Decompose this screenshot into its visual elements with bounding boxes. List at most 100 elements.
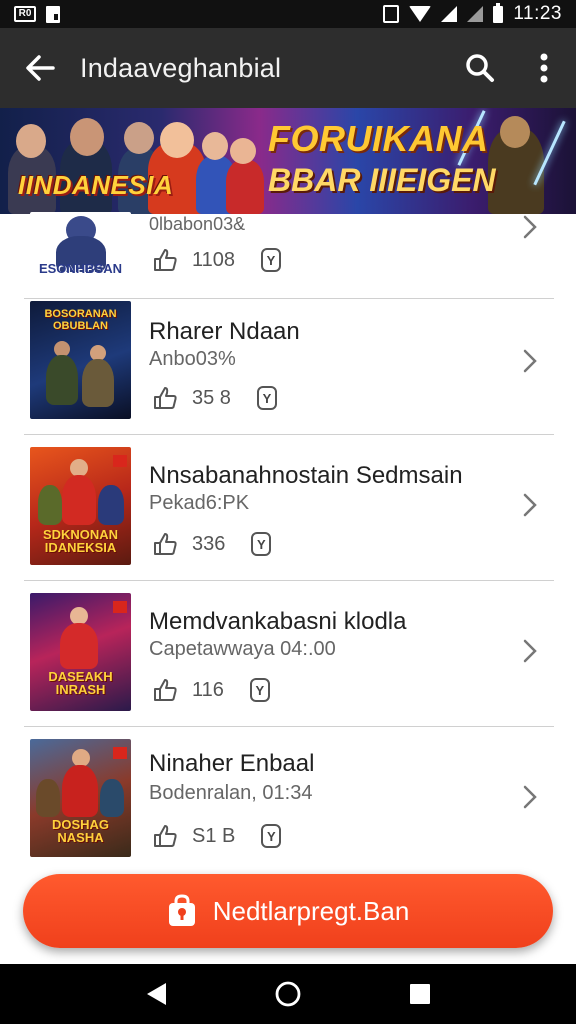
likes-count: 116 bbox=[192, 678, 224, 701]
banner-character-head bbox=[16, 124, 46, 158]
notification-icon bbox=[46, 5, 60, 23]
back-arrow-icon bbox=[26, 55, 55, 81]
bag-icon bbox=[168, 894, 195, 926]
list-divider bbox=[24, 298, 554, 299]
likes-count: S1 B bbox=[192, 824, 236, 847]
nav-back-icon bbox=[147, 983, 166, 1005]
list-item-subtitle: Pekad6:PK bbox=[149, 492, 250, 514]
list-item-title: Nnsabanahnostain Sedmsain bbox=[149, 462, 463, 489]
list-item[interactable]: BOSORANAN OBUBLAN Rharer Ndaan Anbo03% 3… bbox=[24, 300, 554, 434]
chevron-right-icon bbox=[518, 780, 542, 814]
list-item-meta: 116 Y bbox=[152, 678, 270, 702]
list-item-title: Ninaher Enbaal bbox=[149, 750, 315, 777]
thumb-badge bbox=[113, 747, 127, 759]
like-icon bbox=[154, 249, 177, 271]
chevron-right-icon bbox=[518, 210, 542, 244]
signal-icon bbox=[441, 6, 458, 22]
wifi-icon bbox=[409, 6, 432, 22]
thumb-label: ESONHBSAN bbox=[38, 261, 123, 277]
list-item-title: Rharer Ndaan bbox=[149, 318, 300, 345]
banner-character-head bbox=[230, 138, 256, 164]
nav-recents-icon bbox=[410, 984, 430, 1004]
list-divider bbox=[24, 580, 554, 581]
like-icon bbox=[154, 825, 177, 847]
list-item-meta: 35 8 Y bbox=[152, 386, 277, 410]
list-divider bbox=[24, 726, 554, 727]
banner-character-head bbox=[70, 118, 104, 156]
like-icon bbox=[154, 679, 177, 701]
list-item-thumbnail: DOSHAG NASHA bbox=[30, 739, 131, 857]
list-item-subtitle: Capetawwaya 04:.00 bbox=[149, 638, 336, 660]
system-nav-bar bbox=[0, 964, 576, 1024]
chevron-right-icon bbox=[518, 634, 542, 668]
list-divider bbox=[24, 434, 554, 435]
nav-back-button[interactable] bbox=[126, 964, 186, 1024]
likes-count: 336 bbox=[192, 532, 226, 555]
chevron-right-icon bbox=[518, 488, 542, 522]
banner-headline: FORUIKANA bbox=[268, 118, 489, 159]
battery-icon bbox=[493, 2, 504, 23]
rating-icon: Y bbox=[261, 824, 282, 848]
banner-character-head bbox=[500, 116, 530, 148]
thumb-character bbox=[98, 485, 124, 525]
list-item-thumbnail: SDKNONAN IDANEKSIA bbox=[30, 447, 131, 565]
primary-action-button[interactable]: Nedtlarpregt.Ban bbox=[23, 874, 553, 948]
screen: R0 11:23 Indaaveghanbial IINDANESIA FORU… bbox=[0, 0, 576, 1024]
list-item-meta: S1 B Y bbox=[152, 824, 282, 848]
chevron-right-icon bbox=[518, 344, 542, 378]
list-item-meta: 336 Y bbox=[152, 532, 272, 556]
notification-badge: R0 bbox=[14, 6, 36, 22]
status-right: 11:23 bbox=[383, 2, 562, 25]
likes-count: 1108 bbox=[192, 248, 236, 271]
thumb-character bbox=[62, 765, 98, 817]
back-button[interactable] bbox=[0, 28, 80, 108]
list-item-thumbnail: BOSORANAN OBUBLAN bbox=[30, 301, 131, 419]
thumb-character bbox=[36, 779, 60, 817]
thumb-character bbox=[60, 623, 98, 669]
list-item-meta: 1108 Y bbox=[152, 248, 282, 272]
list-item-subtitle: Bodenralan, 01:34 bbox=[149, 782, 313, 804]
thumb-label: DASEAKH INRASH bbox=[48, 668, 113, 698]
banner-character bbox=[226, 160, 264, 214]
list-item[interactable]: DOSHAG NASHA Ninaher Enbaal Bodenralan, … bbox=[24, 728, 554, 874]
rating-icon: Y bbox=[251, 532, 272, 556]
like-icon bbox=[154, 387, 177, 409]
rating-icon: Y bbox=[249, 678, 270, 702]
rating-icon: Y bbox=[256, 386, 277, 410]
banner-character-head bbox=[160, 122, 194, 158]
page-title: Indaaveghanbial bbox=[80, 52, 282, 83]
status-bar: R0 11:23 bbox=[0, 0, 576, 28]
banner-subheadline: BBAR IIIEIGEN bbox=[268, 162, 496, 198]
banner-character-head bbox=[124, 122, 154, 154]
banner-left-text: IINDANESIA bbox=[18, 170, 174, 200]
likes-count: 35 8 bbox=[192, 386, 231, 409]
thumb-badge bbox=[113, 455, 127, 467]
nav-recents-button[interactable] bbox=[390, 964, 450, 1024]
list-item-thumbnail: DASEAKH INRASH bbox=[30, 593, 131, 711]
more-options-button[interactable] bbox=[512, 28, 576, 108]
list-item[interactable]: ESONHBSAN 0lbabon03& 1108 Y bbox=[24, 212, 554, 298]
nav-home-button[interactable] bbox=[258, 964, 318, 1024]
list-item[interactable]: SDKNONAN IDANEKSIA Nnsabanahnostain Sedm… bbox=[24, 436, 554, 580]
thumb-character bbox=[38, 485, 62, 525]
search-icon bbox=[466, 54, 494, 82]
primary-action-label: Nedtlarpregt.Ban bbox=[212, 895, 410, 926]
thumb-label: BOSORANAN OBUBLAN bbox=[44, 308, 117, 332]
more-vert-icon bbox=[540, 53, 548, 83]
list-item-subtitle: 0lbabon03& bbox=[149, 214, 246, 234]
thumb-character bbox=[82, 359, 114, 407]
vibrate-icon bbox=[383, 5, 400, 23]
list-item-thumbnail: ESONHBSAN bbox=[30, 212, 131, 282]
list-item-title: Memdvankabasni klodla bbox=[149, 608, 407, 635]
list-item-subtitle: Anbo03% bbox=[149, 348, 236, 370]
thumb-badge bbox=[113, 601, 127, 613]
status-time: 11:23 bbox=[513, 3, 562, 24]
thumb-label: DOSHAG NASHA bbox=[51, 816, 110, 846]
like-icon bbox=[154, 533, 177, 555]
status-left: R0 bbox=[14, 5, 60, 23]
promo-banner[interactable]: IINDANESIA FORUIKANA BBAR IIIEIGEN bbox=[0, 108, 576, 214]
list-item[interactable]: DASEAKH INRASH Memdvankabasni klodla Cap… bbox=[24, 582, 554, 726]
thumb-label: SDKNONAN IDANEKSIA bbox=[42, 526, 119, 556]
search-button[interactable] bbox=[448, 28, 512, 108]
app-bar: Indaaveghanbial bbox=[0, 28, 576, 108]
